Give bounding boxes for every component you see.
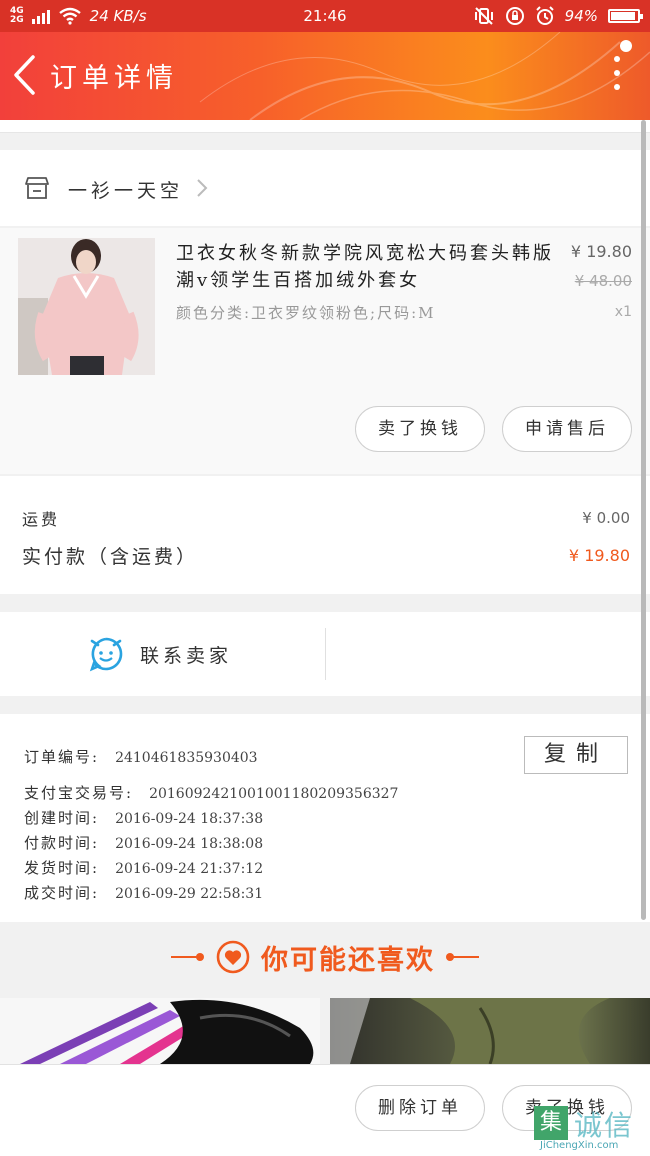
info-label: 订单编号: <box>24 748 100 766</box>
resell-button[interactable]: 卖了换钱 <box>355 406 485 452</box>
alarm-icon <box>535 6 554 25</box>
recommend-item[interactable] <box>0 998 320 1064</box>
product-price: ¥ 19.80 <box>570 242 632 261</box>
order-info: 订单编号: 2410461835930403 复制 支付宝交易号: 20160924… <box>0 714 650 922</box>
product-sku: 颜色分类:卫衣罗纹领粉色;尺码:M <box>176 304 436 322</box>
cost-summary: 运费 ¥ 0.00 实付款（含运费） ¥ 19.80 <box>0 476 650 594</box>
recommend-header: 你可能还喜欢 <box>0 924 650 990</box>
paid-label: 实付款（含运费） <box>22 546 199 568</box>
info-label: 发货时间: <box>24 859 100 877</box>
top-strip <box>0 120 650 133</box>
shipping-label: 运费 <box>22 510 61 529</box>
watermark-chinese: 诚信 <box>574 1109 635 1142</box>
info-row-completed: 成交时间: 2016-09-29 22:58:31 <box>24 882 263 903</box>
heart-icon <box>216 940 250 974</box>
info-value: 2016-09-24 18:37:38 <box>115 811 264 827</box>
more-menu-icon[interactable] <box>614 56 620 98</box>
info-label: 付款时间: <box>24 834 100 852</box>
info-value: 2016092421001001180209356327 <box>149 786 399 802</box>
paid-value: ¥ 19.80 <box>568 546 630 565</box>
info-row-order-number: 订单编号: 2410461835930403 <box>24 746 258 767</box>
shop-name: 一衫一天空 <box>68 180 184 202</box>
contact-seller-button[interactable]: 联系卖家 <box>88 636 232 672</box>
info-row-shipped: 发货时间: 2016-09-24 21:37:12 <box>24 857 263 878</box>
battery-icon <box>608 9 643 23</box>
app-header: 订单详情 <box>0 32 650 120</box>
info-row-paid: 付款时间: 2016-09-24 18:38:08 <box>24 832 263 853</box>
product-title: 卫衣女秋冬新款学院风宽松大码套头韩版潮v领学生百搭加绒外套女 <box>176 243 554 291</box>
rotation-lock-icon <box>505 7 524 25</box>
info-row-created: 创建时间: 2016-09-24 18:37:38 <box>24 807 263 828</box>
store-icon <box>25 177 49 199</box>
notification-dot <box>620 40 632 52</box>
site-watermark: 集 诚信 JiChengXin.com <box>534 1104 650 1154</box>
product-quantity: x1 <box>614 304 632 320</box>
info-row-alipay-number: 支付宝交易号: 2016092421001001180209356327 <box>24 782 398 803</box>
contact-seller-label: 联系卖家 <box>140 644 233 667</box>
product-original-price: ¥ 48.00 <box>574 272 632 290</box>
back-icon[interactable] <box>12 54 38 96</box>
info-value: 2016-09-24 18:38:08 <box>115 836 264 852</box>
info-value: 2016-09-24 21:37:12 <box>115 861 264 877</box>
scrollbar[interactable] <box>641 120 646 920</box>
recommend-item-image <box>330 998 610 1064</box>
after-sale-button[interactable]: 申请售后 <box>502 406 632 452</box>
copy-button[interactable]: 复制 <box>524 736 628 774</box>
shipping-value: ¥ 0.00 <box>582 509 630 527</box>
product-photo <box>18 238 155 375</box>
divider <box>325 628 326 680</box>
decor-line-left <box>171 953 204 961</box>
recommend-item-image <box>20 999 314 1064</box>
info-label: 支付宝交易号: <box>24 784 134 802</box>
decor-line-right <box>446 953 479 961</box>
page-title: 订单详情 <box>50 63 178 94</box>
status-bar: 4G 2G 24 KB/s 21:46 94% <box>0 0 650 32</box>
vibrate-icon <box>474 7 493 25</box>
product-item[interactable]: 卫衣女秋冬新款学院风宽松大码套头韩版潮v领学生百搭加绒外套女 颜色分类:卫衣罗纹… <box>0 228 650 474</box>
product-image[interactable] <box>18 238 155 375</box>
info-label: 创建时间: <box>24 809 100 827</box>
recommend-title: 你可能还喜欢 <box>261 944 435 976</box>
recommend-item[interactable] <box>330 998 650 1064</box>
info-label: 成交时间: <box>24 884 100 902</box>
watermark-english: JiChengXin.com <box>540 1140 619 1151</box>
delete-order-button[interactable]: 删除订单 <box>355 1085 485 1131</box>
info-value: 2016-09-29 22:58:31 <box>115 886 264 902</box>
watermark-logo-box: 集 <box>534 1106 568 1140</box>
shop-row[interactable]: 一衫一天空 <box>0 150 650 226</box>
battery-percent: 94% <box>564 7 598 25</box>
chevron-right-icon <box>197 179 208 197</box>
contact-section: 联系卖家 <box>0 612 650 696</box>
chat-bubble-icon <box>89 637 123 672</box>
info-value: 2410461835930403 <box>115 750 258 766</box>
